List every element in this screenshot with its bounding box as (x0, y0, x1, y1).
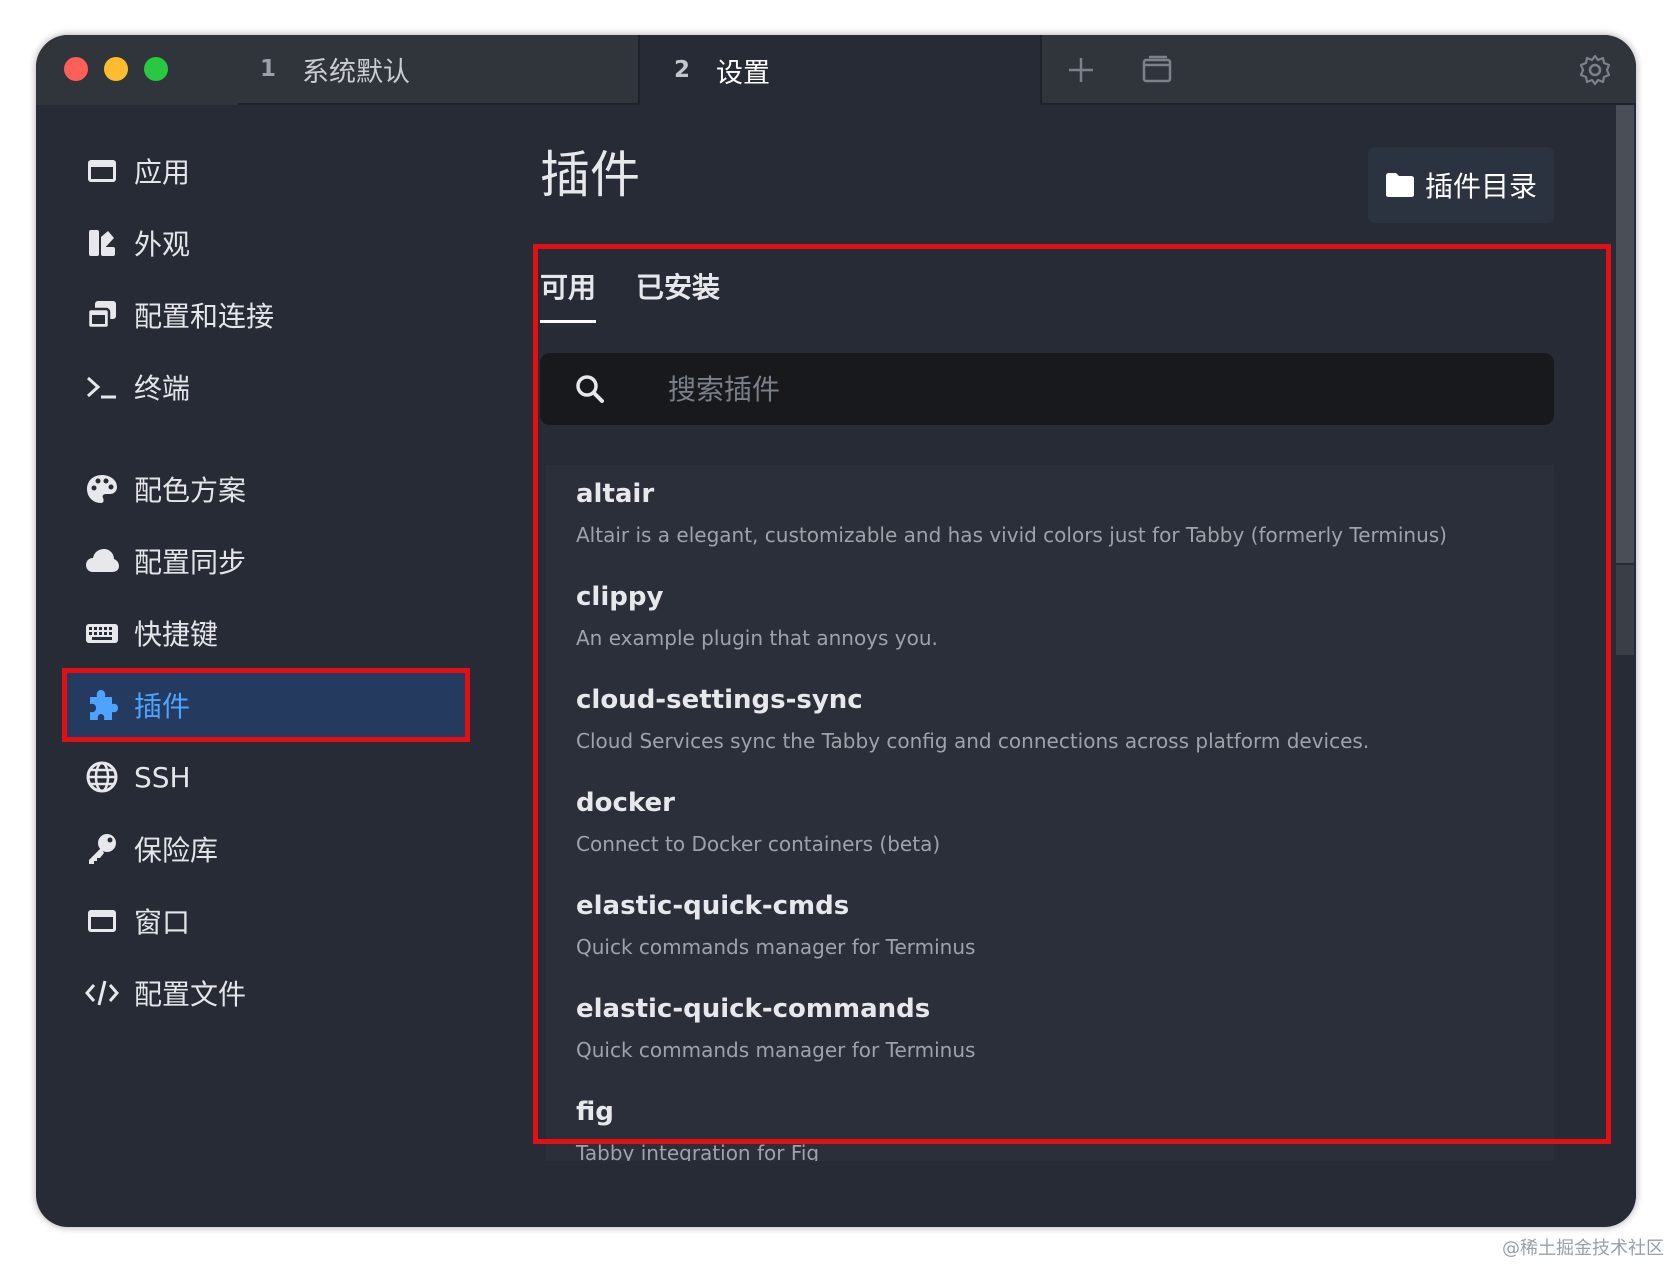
plugin-directory-button[interactable]: 插件目录 (1368, 147, 1554, 223)
puzzle-icon (90, 690, 118, 720)
sidebar-item-ssh[interactable]: SSH (62, 740, 470, 814)
tab-number: 2 (674, 57, 691, 83)
cloud-icon (86, 549, 119, 572)
scrollbar-segment (1616, 565, 1634, 655)
sidebar-item-label: 配置同步 (134, 546, 247, 579)
plugin-name: elastic-quick-commands (576, 994, 931, 1024)
plugin-description: Quick commands manager for Terminus (576, 1038, 976, 1062)
tab-settings[interactable]: 2 设置 (640, 35, 1040, 105)
plugin-description: Altair is a elegant, customizable and ha… (576, 523, 1447, 547)
sidebar-item-hotkeys[interactable]: 快捷键 (62, 596, 470, 670)
palette-icon (87, 475, 117, 503)
watermark: @稀土掘金技术社区 (1502, 1238, 1664, 1259)
tab-label: 系统默认 (302, 56, 411, 88)
sidebar-item-label: 窗口 (134, 906, 191, 939)
sidebar-item-app[interactable]: 应用 (62, 134, 470, 208)
keyboard-icon (86, 624, 118, 643)
tab-installed[interactable]: 已安装 (636, 266, 720, 320)
gear-icon[interactable] (1578, 53, 1612, 87)
sidebar-item-profiles[interactable]: 配置和连接 (62, 278, 470, 352)
list-item[interactable]: clippy An example plugin that annoys you… (546, 568, 1554, 678)
page-title: 插件 (540, 146, 640, 204)
plugin-name: clippy (576, 582, 664, 612)
plugin-description: Tabby integration for Fig (576, 1141, 820, 1161)
plugin-name: cloud-settings-sync (576, 685, 863, 715)
sidebar-item-appearance[interactable]: 外观 (62, 206, 470, 280)
sidebar-item-label: 快捷键 (134, 618, 219, 651)
maximize-window-button[interactable] (144, 57, 168, 81)
window-icon (88, 910, 116, 932)
sidebar-item-color-scheme[interactable]: 配色方案 (62, 452, 470, 526)
close-window-button[interactable] (64, 57, 88, 81)
sidebar-item-label: 保险库 (134, 834, 219, 867)
plugin-name: altair (576, 479, 655, 509)
code-icon (85, 980, 119, 1006)
stacked-windows-icon (86, 301, 116, 330)
window-icon[interactable] (1140, 53, 1174, 87)
sidebar-item-vault[interactable]: 保险库 (62, 812, 470, 886)
minimize-window-button[interactable] (104, 57, 128, 81)
tab-available[interactable]: 可用 (540, 266, 597, 323)
plugin-name: docker (576, 788, 675, 818)
plugin-description: An example plugin that annoys you. (576, 626, 938, 650)
key-icon (89, 834, 116, 864)
list-item[interactable]: elastic-quick-cmds Quick commands manage… (546, 877, 1554, 987)
window-icon (88, 160, 116, 182)
folder-icon (1385, 173, 1414, 197)
app-window: 1 系统默认 2 设置 应用 外观 配置和连接 终端 配色方案 配置同步 快捷键… (36, 35, 1636, 1227)
globe-icon (86, 761, 118, 793)
plugin-description: Cloud Services sync the Tabby config and… (576, 729, 1370, 753)
tab-label: 设置 (716, 57, 771, 89)
sidebar-item-config-file[interactable]: 配置文件 (62, 956, 470, 1030)
sidebar-item-label: 配置文件 (134, 978, 247, 1011)
title-bar: 1 系统默认 2 设置 (36, 35, 1636, 105)
plugin-description: Connect to Docker containers (beta) (576, 832, 941, 856)
tab-number: 1 (260, 56, 277, 82)
sidebar-item-label: 外观 (134, 228, 191, 261)
sidebar-item-config-sync[interactable]: 配置同步 (62, 524, 470, 598)
sidebar-item-label: 终端 (134, 372, 191, 405)
sidebar-item-label: 配色方案 (134, 474, 247, 507)
list-item[interactable]: altair Altair is a elegant, customizable… (546, 465, 1554, 575)
list-item[interactable]: fig Tabby integration for Fig (546, 1083, 1554, 1161)
plugin-name: fig (576, 1097, 614, 1127)
sidebar-item-terminal[interactable]: 终端 (62, 350, 470, 424)
search-input[interactable] (666, 371, 1470, 407)
terminal-prompt-icon (86, 376, 116, 399)
list-item[interactable]: docker Connect to Docker containers (bet… (546, 774, 1554, 884)
sidebar-item-label: SSH (134, 760, 191, 794)
scrollbar-thumb[interactable] (1616, 105, 1634, 563)
plugin-list: altair Altair is a elegant, customizable… (546, 465, 1554, 1161)
list-item[interactable]: elastic-quick-commands Quick commands ma… (546, 980, 1554, 1090)
sidebar-item-plugins[interactable]: 插件 (62, 668, 470, 742)
plus-icon[interactable] (1064, 53, 1098, 87)
sidebar-item-label: 应用 (134, 156, 191, 189)
plugin-search-bar (540, 353, 1554, 425)
search-icon (576, 375, 604, 403)
plugin-description: Quick commands manager for Terminus (576, 935, 976, 959)
tab-default[interactable]: 1 系统默认 (238, 35, 640, 105)
sidebar-item-window[interactable]: 窗口 (62, 884, 470, 958)
list-item[interactable]: cloud-settings-sync Cloud Services sync … (546, 671, 1554, 781)
palette-swatch-icon (89, 230, 115, 256)
tab-bar-empty (1040, 35, 1636, 105)
plugin-directory-label: 插件目录 (1424, 170, 1537, 203)
sidebar-item-label: 插件 (134, 690, 191, 723)
sidebar-item-label: 配置和连接 (134, 300, 275, 333)
plugin-name: elastic-quick-cmds (576, 891, 850, 921)
